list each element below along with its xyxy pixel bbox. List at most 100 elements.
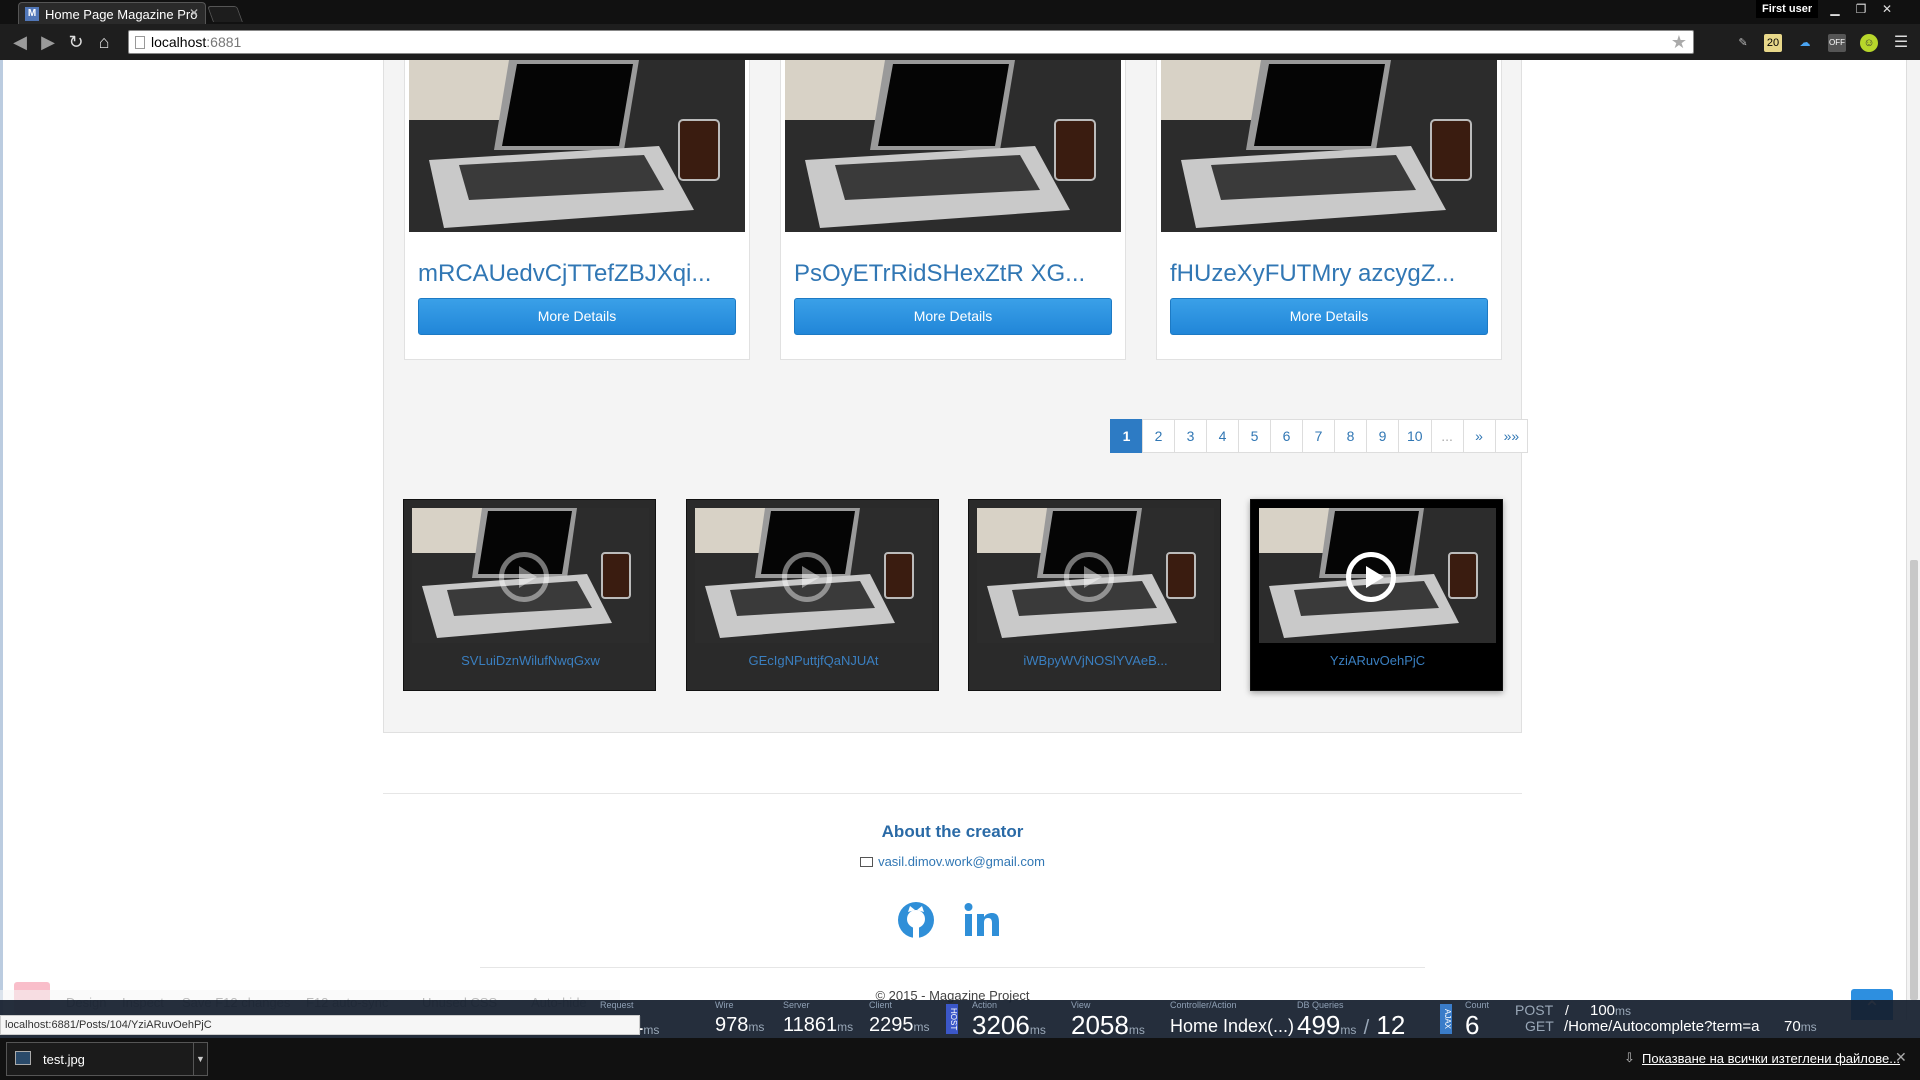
download-filename[interactable]: test.jpg	[43, 1052, 85, 1067]
tab-title: Home Page Magazine Pro	[45, 7, 198, 22]
page-link-2[interactable]: 2	[1142, 419, 1175, 453]
page-link-8[interactable]: 8	[1334, 419, 1367, 453]
about-title: About the creator	[881, 822, 1024, 841]
video-title[interactable]: YziARuvOehPjC	[1251, 653, 1504, 668]
page-link-6[interactable]: 6	[1270, 419, 1303, 453]
forward-icon[interactable]: ▶	[38, 32, 58, 52]
page-link-3[interactable]: 3	[1174, 419, 1207, 453]
url-host: localhost	[151, 34, 207, 50]
video-card[interactable]: GEcIgNPuttjfQaNJUAt	[686, 499, 939, 691]
image-file-icon	[15, 1051, 31, 1065]
gl-wire-value: 978ms	[715, 1014, 765, 1036]
gl-action-value: 3206ms	[972, 1010, 1046, 1040]
bookmark-star-icon[interactable]: ★	[1671, 32, 1687, 53]
video-title[interactable]: iWBpyWVjNOSlYVAeB...	[969, 653, 1222, 668]
more-details-button[interactable]: More Details	[1170, 298, 1488, 335]
gl-slash: /	[1565, 1002, 1569, 1018]
gl-ajax-url[interactable]: /Home/Autocomplete?term=a	[1564, 1018, 1760, 1035]
play-icon[interactable]	[1064, 552, 1114, 602]
article-card: fHUzeXyFUTMry azcygZ... More Details	[1156, 60, 1502, 360]
profile-user-button[interactable]: First user	[1756, 0, 1819, 18]
video-card[interactable]: iWBpyWVjNOSlYVAeB...	[968, 499, 1221, 691]
download-item[interactable]: test.jpg ▼	[6, 1042, 208, 1076]
gl-view-label: View	[1071, 1000, 1091, 1010]
gl-ajax-time: 100ms	[1590, 1002, 1632, 1019]
cloud-extension-icon[interactable]: ☁	[1796, 34, 1814, 52]
video-title[interactable]: SVLuiDznWilufNwqGxw	[404, 653, 657, 668]
more-details-button[interactable]: More Details	[794, 298, 1112, 335]
article-thumbnail[interactable]	[409, 60, 745, 232]
gl-get: GET	[1525, 1018, 1554, 1034]
downloads-close-icon[interactable]: ✕	[1895, 1049, 1907, 1066]
gl-controller-label: Controller/Action	[1170, 1000, 1237, 1010]
pagination: 1 2 3 4 5 6 7 8 9 10 ... » »»	[1110, 419, 1529, 453]
gl-post: POST	[1515, 1002, 1554, 1018]
back-icon[interactable]: ◀	[10, 32, 30, 52]
browser-tab[interactable]: M Home Page Magazine Pro ✕	[18, 2, 206, 24]
gl-client-label: Client	[869, 1000, 893, 1010]
home-icon[interactable]: ⌂	[94, 32, 114, 52]
site-favicon-icon: M	[25, 7, 39, 21]
gl-host-marker: HOST	[946, 1004, 958, 1034]
extension-badge[interactable]: 20	[1764, 34, 1782, 52]
page-scrollbar[interactable]	[1906, 60, 1920, 1020]
footer-divider-2	[480, 967, 1425, 968]
article-card: PsOyETrRidSHexZtR XG... More Details	[780, 60, 1126, 360]
play-icon[interactable]	[1346, 552, 1396, 602]
play-icon[interactable]	[782, 552, 832, 602]
tab-close-icon[interactable]: ✕	[189, 6, 199, 20]
gl-count-value: 6	[1465, 1010, 1480, 1040]
linkedin-icon[interactable]	[962, 900, 1002, 940]
video-card[interactable]: SVLuiDznWilufNwqGxw	[403, 499, 656, 691]
article-title[interactable]: PsOyETrRidSHexZtR XG...	[794, 260, 1124, 288]
left-edge	[0, 60, 3, 1020]
show-all-downloads-link[interactable]: Показване на всички изтеглени файлове...	[1642, 1051, 1900, 1066]
minimize-icon[interactable]: ▁	[1822, 0, 1848, 18]
article-title[interactable]: mRCAUedvCjTTefZBJXqi...	[418, 260, 748, 288]
page-ellipsis: ...	[1430, 419, 1464, 453]
gl-db-label: DB Queries	[1297, 1000, 1344, 1010]
page-link-5[interactable]: 5	[1238, 419, 1271, 453]
page-link-9[interactable]: 9	[1366, 419, 1399, 453]
article-thumbnail[interactable]	[785, 60, 1121, 232]
page-link-4[interactable]: 4	[1206, 419, 1239, 453]
article-card: mRCAUedvCjTTefZBJXqi... More Details	[404, 60, 750, 360]
menu-icon[interactable]: ☰	[1892, 34, 1910, 52]
smile-extension-icon[interactable]: ☺	[1860, 34, 1878, 52]
play-icon[interactable]	[499, 552, 549, 602]
reload-icon[interactable]: ↻	[66, 32, 86, 52]
download-dropdown-icon[interactable]: ▼	[193, 1043, 207, 1075]
gl-ajax-marker: AJAX	[1440, 1004, 1452, 1034]
download-icon: ⇩	[1624, 1050, 1635, 1065]
video-title[interactable]: GEcIgNPuttjfQaNJUAt	[687, 653, 940, 668]
browser-toolbar: ◀ ▶ ↻ ⌂ localhost:6881 ★ ✎ 20 ☁ OFF ☺ ☰	[0, 24, 1920, 60]
page-link-1[interactable]: 1	[1110, 419, 1143, 453]
page-link-7[interactable]: 7	[1302, 419, 1335, 453]
scrollbar-thumb[interactable]	[1910, 560, 1918, 1000]
gl-request-label: Request	[600, 1000, 634, 1010]
article-title[interactable]: fHUzeXyFUTMry azcygZ...	[1170, 260, 1500, 288]
github-icon[interactable]	[896, 900, 936, 940]
article-thumbnail[interactable]	[1161, 60, 1497, 232]
more-details-button[interactable]: More Details	[418, 298, 736, 335]
page-viewport: mRCAUedvCjTTefZBJXqi... More Details PsO…	[0, 60, 1920, 1020]
video-card[interactable]: YziARuvOehPjC	[1250, 499, 1503, 691]
page-next[interactable]: »	[1462, 419, 1496, 453]
gl-client-value: 2295ms	[869, 1014, 930, 1036]
gl-action-label: Action	[972, 1000, 998, 1010]
pen-extension-icon[interactable]: ✎	[1734, 34, 1752, 52]
email-link[interactable]: vasil.dimov.work@gmail.com	[383, 854, 1522, 869]
new-tab-button[interactable]	[207, 6, 243, 22]
off-extension-icon[interactable]: OFF	[1828, 34, 1846, 52]
page-link-10[interactable]: 10	[1398, 419, 1432, 453]
close-window-icon[interactable]: ✕	[1874, 0, 1900, 18]
footer-divider	[383, 793, 1522, 794]
gl-view-value: 2058ms	[1071, 1010, 1145, 1040]
envelope-icon	[860, 857, 874, 867]
email-text[interactable]: vasil.dimov.work@gmail.com	[878, 854, 1045, 869]
restore-icon[interactable]: ❐	[1848, 0, 1874, 18]
gl-db-value: 499ms / 12	[1297, 1010, 1406, 1040]
content-panel: mRCAUedvCjTTefZBJXqi... More Details PsO…	[383, 60, 1529, 733]
address-bar[interactable]: localhost:6881 ★	[128, 30, 1694, 54]
page-last[interactable]: »»	[1494, 419, 1529, 453]
